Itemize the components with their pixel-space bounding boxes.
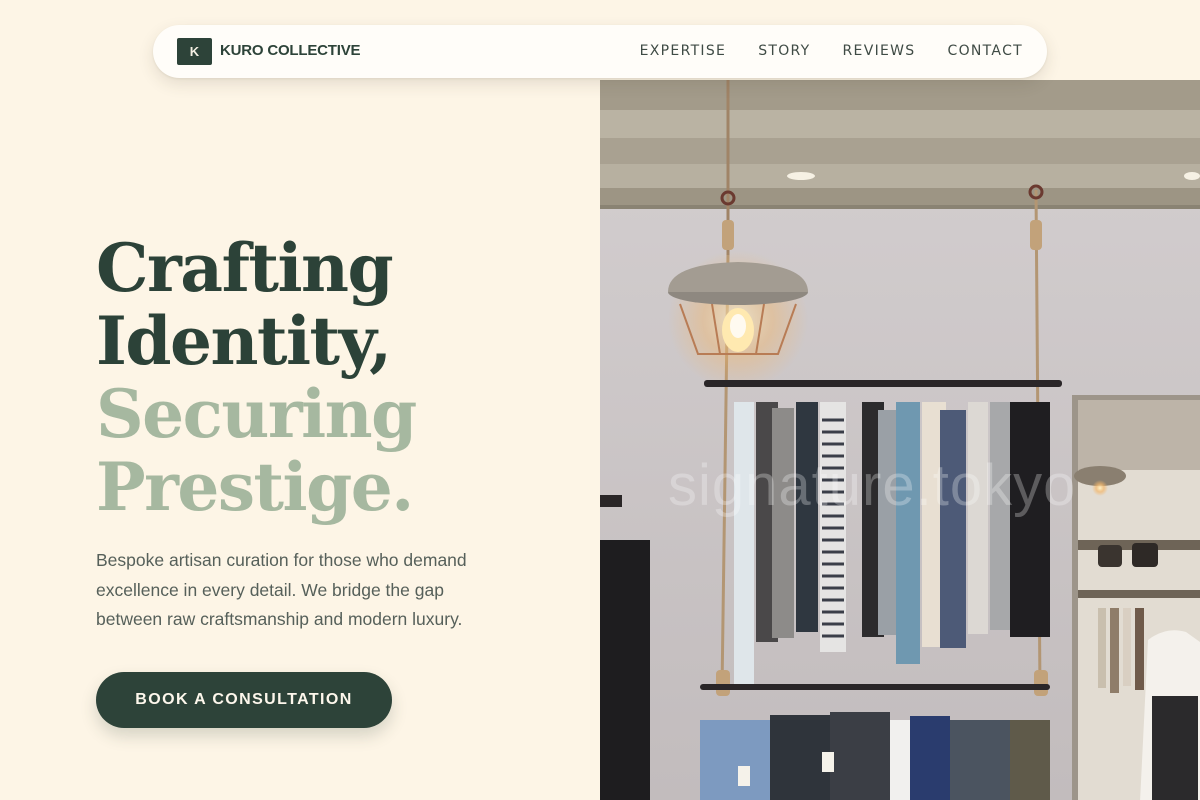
headline-line-1: Crafting bbox=[96, 229, 394, 307]
nav-link-contact[interactable]: CONTACT bbox=[948, 43, 1024, 59]
hero-description: Bespoke artisan curation for those who d… bbox=[96, 550, 467, 629]
nav-link-reviews[interactable]: REVIEWS bbox=[843, 43, 916, 59]
nav-links: EXPERTISE STORY REVIEWS CONTACT bbox=[640, 43, 1023, 59]
headline-line-2: Identity, bbox=[96, 302, 392, 380]
nav-link-story[interactable]: STORY bbox=[758, 43, 810, 59]
book-consultation-button[interactable]: BOOK A CONSULTATION bbox=[96, 672, 392, 728]
nav-link-expertise[interactable]: EXPERTISE bbox=[640, 43, 727, 59]
brand-name[interactable]: KURO COLLECTIVE bbox=[220, 42, 361, 59]
top-navigation: K KURO COLLECTIVE EXPERTISE STORY REVIEW… bbox=[153, 25, 1047, 78]
headline-line-4: Prestige. bbox=[96, 448, 414, 526]
hero-headline: Crafting Identity, Securing Prestige. bbox=[96, 229, 417, 526]
headline-line-3: Securing bbox=[96, 375, 417, 453]
hero-image bbox=[600, 80, 1200, 800]
logo-mark[interactable]: K bbox=[177, 38, 212, 65]
